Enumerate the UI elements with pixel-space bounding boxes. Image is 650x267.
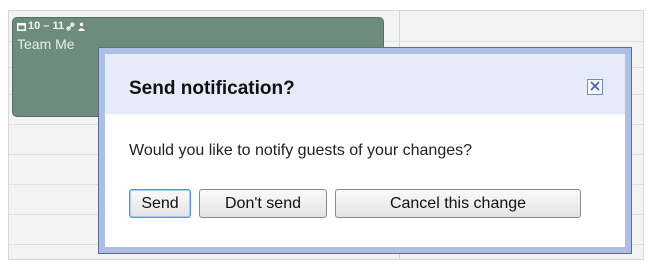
- event-time-row: 10 – 11: [17, 20, 86, 32]
- dialog-message: Would you like to notify guests of your …: [129, 142, 473, 159]
- dialog-title: Send notification?: [129, 78, 295, 99]
- dont-send-button[interactable]: Don't send: [199, 189, 327, 218]
- cancel-change-button[interactable]: Cancel this change: [335, 189, 581, 218]
- person-icon: [77, 22, 86, 31]
- close-button[interactable]: [587, 79, 603, 95]
- close-icon: [590, 78, 600, 96]
- send-notification-dialog: Send notification? Would you like to not…: [98, 47, 632, 254]
- calendar-view: 10 – 11 Team Me Send notification? Would…: [0, 0, 650, 267]
- link-icon: [66, 21, 75, 31]
- dialog-header: Send notification?: [105, 54, 625, 114]
- send-button[interactable]: Send: [129, 189, 191, 218]
- event-title: Team Me: [17, 36, 75, 52]
- event-time: 10 – 11: [28, 20, 65, 32]
- calendar-icon: [17, 22, 26, 31]
- dialog-button-row: Send Don't send Cancel this change: [129, 189, 581, 218]
